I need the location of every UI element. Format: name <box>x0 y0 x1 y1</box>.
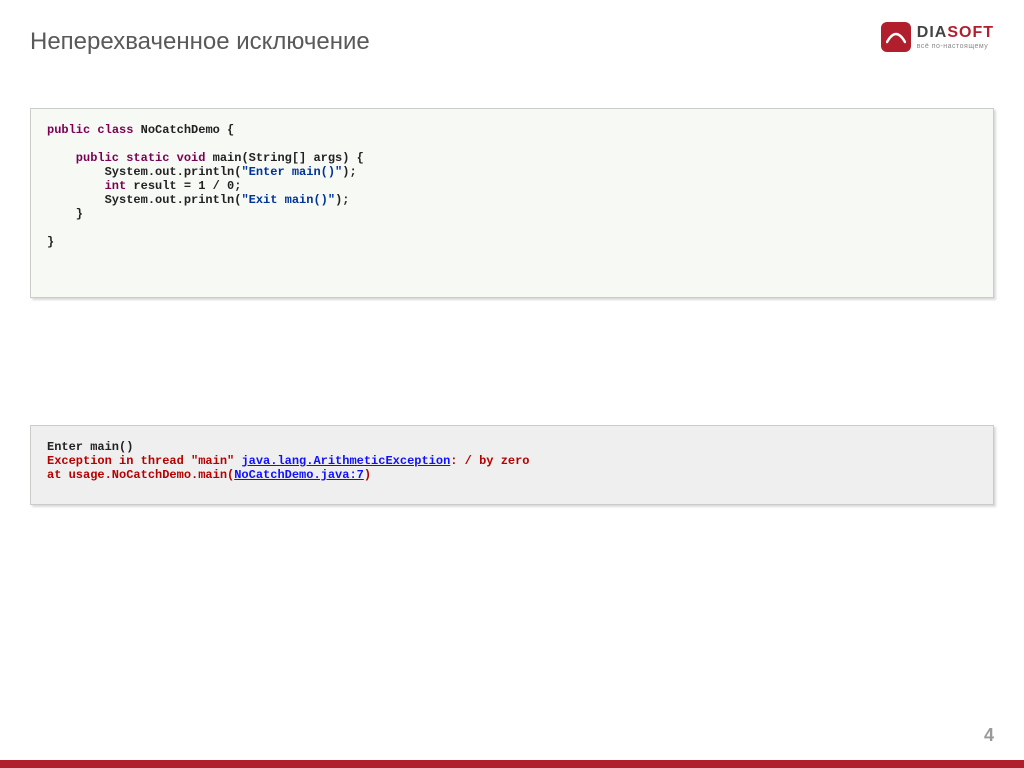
console-block: Enter main() Exception in thread "main" … <box>30 425 994 505</box>
code-block: public class NoCatchDemo { public static… <box>30 108 994 298</box>
logo-name-soft: SOFT <box>947 24 994 41</box>
console-source-link: NoCatchDemo.java:7 <box>234 468 364 482</box>
code-token: main(String[] args) { <box>205 151 363 165</box>
code-token: } <box>47 207 83 221</box>
console-error: : / by zero <box>450 454 529 468</box>
page-number: 4 <box>984 725 994 746</box>
console-exception-class: java.lang.ArithmeticException <box>241 454 450 468</box>
code-token: / <box>205 179 227 193</box>
code-token: ); <box>335 193 349 207</box>
code-token: } <box>47 235 54 249</box>
code-token: public <box>47 123 90 137</box>
logo-name: DIASOFT <box>917 25 994 41</box>
code-token: ); <box>342 165 356 179</box>
logo-name-dia: DIA <box>917 24 948 41</box>
code-token: ; <box>234 179 241 193</box>
code-string: "Enter main()" <box>241 165 342 179</box>
code-token: result = <box>126 179 198 193</box>
logo-mark-icon <box>881 22 911 52</box>
code-token: System.out.println( <box>47 165 241 179</box>
code-token: public static void <box>47 151 205 165</box>
logo-tagline: всё по-настоящему <box>917 43 994 50</box>
logo-text: DIASOFT всё по-настоящему <box>917 25 994 50</box>
slide-title: Неперехваченное исключение <box>30 28 370 56</box>
code-string: "Exit main()" <box>241 193 335 207</box>
console-error: Exception in thread "main" <box>47 454 241 468</box>
console-error: at usage.NoCatchDemo.main( <box>47 468 234 482</box>
brand-logo: DIASOFT всё по-настоящему <box>881 22 994 52</box>
code-token: System.out.println( <box>47 193 241 207</box>
console-line: Enter main() <box>47 440 133 454</box>
code-token: int <box>47 179 126 193</box>
code-token: NoCatchDemo { <box>133 123 234 137</box>
code-token: class <box>90 123 133 137</box>
footer-bar <box>0 760 1024 768</box>
console-error: ) <box>364 468 371 482</box>
